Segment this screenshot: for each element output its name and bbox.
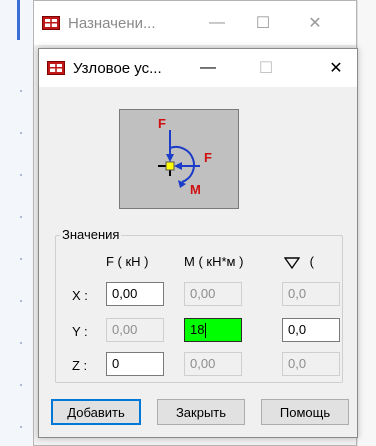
maximize-button[interactable]: ☐ — [240, 1, 286, 45]
text-caret — [205, 323, 207, 339]
minimize-button[interactable]: — — [194, 1, 240, 45]
node-load-diagram: F F M — [119, 109, 239, 209]
x-angle-field: 0,0 — [282, 282, 340, 306]
dialog-titlebar[interactable]: Узловое ус... — ☐ ✕ — [39, 49, 357, 87]
values-group-caption: Значения — [60, 227, 122, 242]
column-header-angle: ( — [278, 254, 314, 269]
app-icon — [42, 16, 60, 30]
close-button[interactable]: ✕ — [292, 1, 338, 45]
background-window-titlebar[interactable]: Назначени... — ☐ ✕ — [34, 1, 356, 45]
node-load-dialog: Узловое ус... — ☐ ✕ F F M Значения F ( к… — [38, 48, 358, 438]
y-moment-value: 18 — [190, 322, 205, 337]
help-button[interactable]: Помощь — [261, 399, 349, 425]
x-moment-field: 0,00 — [184, 282, 242, 306]
y-angle-field[interactable]: 0,0 — [282, 318, 340, 342]
row-label-y: Y : — [72, 324, 88, 339]
x-force-field[interactable]: 0,00 — [106, 282, 164, 306]
add-button[interactable]: Добавить — [51, 399, 141, 425]
background-panel — [0, 0, 34, 446]
diagram-label-f-top: F — [158, 116, 166, 131]
angle-icon — [284, 256, 300, 269]
diagram-label-f-right: F — [204, 150, 212, 165]
minimize-button[interactable]: — — [185, 49, 231, 87]
values-group: Значения F ( кН ) M ( кН*м ) ( X : 0,00 … — [55, 227, 343, 383]
close-dialog-button[interactable]: Закрыть — [157, 399, 245, 425]
column-header-angle-paren: ( — [309, 254, 314, 269]
app-icon — [47, 61, 65, 75]
y-moment-field[interactable]: 18 — [184, 318, 242, 342]
dialog-title: Узловое ус... — [73, 59, 162, 77]
column-header-m: M ( кН*м ) — [184, 254, 244, 269]
background-dots — [20, 90, 22, 430]
background-window-title: Назначени... — [68, 14, 156, 32]
background-right-edge — [357, 0, 376, 446]
close-button[interactable]: ✕ — [313, 49, 359, 87]
row-label-z: Z : — [72, 358, 88, 373]
column-header-f: F ( кН ) — [106, 254, 149, 269]
background-accent-line — [17, 0, 20, 40]
z-angle-field: 0,0 — [282, 352, 340, 376]
z-moment-field: 0,00 — [184, 352, 242, 376]
row-label-x: X : — [72, 288, 88, 303]
z-force-field[interactable]: 0 — [106, 352, 164, 376]
diagram-label-m: M — [190, 182, 201, 197]
maximize-button[interactable]: ☐ — [243, 49, 289, 87]
y-force-field: 0,00 — [106, 318, 164, 342]
